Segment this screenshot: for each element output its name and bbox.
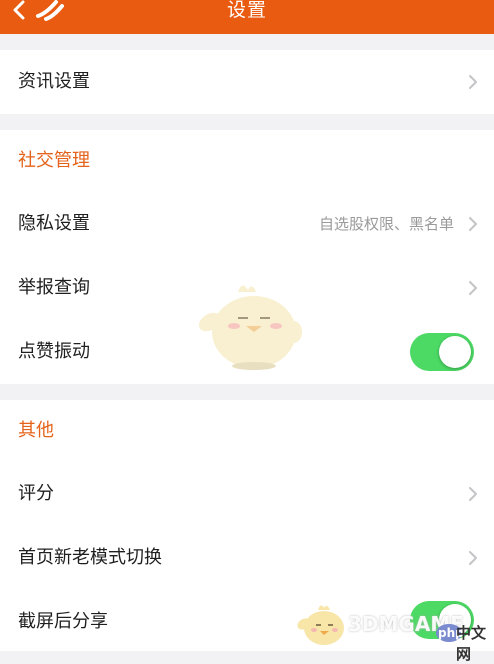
news-settings-label: 资讯设置 [18, 71, 90, 92]
top-nav-bar: 设置 [0, 0, 494, 34]
social-section-title: 社交管理 [18, 150, 90, 171]
social-section-header: 社交管理 [0, 130, 494, 192]
mascot-logo-icon [297, 605, 344, 645]
privacy-settings-label: 隐私设置 [18, 213, 90, 234]
news-settings-row[interactable]: 资讯设置 [0, 50, 494, 114]
site-watermark: 3DMGAME php 中文网 [296, 598, 494, 663]
like-vibrate-toggle[interactable] [410, 333, 474, 371]
chevron-right-icon [469, 487, 477, 501]
other-section-header: 其他 [0, 400, 494, 462]
like-vibrate-label: 点赞振动 [18, 341, 90, 362]
screenshot-share-label: 截屏后分享 [18, 611, 108, 632]
rate-label: 评分 [18, 483, 54, 504]
toggle-knob [439, 336, 471, 368]
chevron-right-icon [469, 75, 477, 89]
rate-row[interactable]: 评分 [0, 462, 494, 526]
mascot-watermark-icon [198, 285, 302, 370]
chevron-right-icon [469, 551, 477, 565]
home-mode-switch-label: 首页新老模式切换 [18, 547, 162, 568]
watermark-cn: 中文网 [456, 624, 487, 663]
news-settings-group: 资讯设置 [0, 50, 494, 114]
report-query-label: 举报查询 [18, 277, 90, 298]
chevron-right-icon [469, 217, 477, 231]
chevron-right-icon [469, 281, 477, 295]
home-mode-switch-row[interactable]: 首页新老模式切换 [0, 526, 494, 590]
privacy-settings-row[interactable]: 隐私设置 自选股权限、黑名单 [0, 192, 494, 256]
other-section-title: 其他 [18, 420, 54, 441]
privacy-settings-value: 自选股权限、黑名单 [318, 215, 454, 233]
page-title: 设置 [226, 0, 267, 21]
